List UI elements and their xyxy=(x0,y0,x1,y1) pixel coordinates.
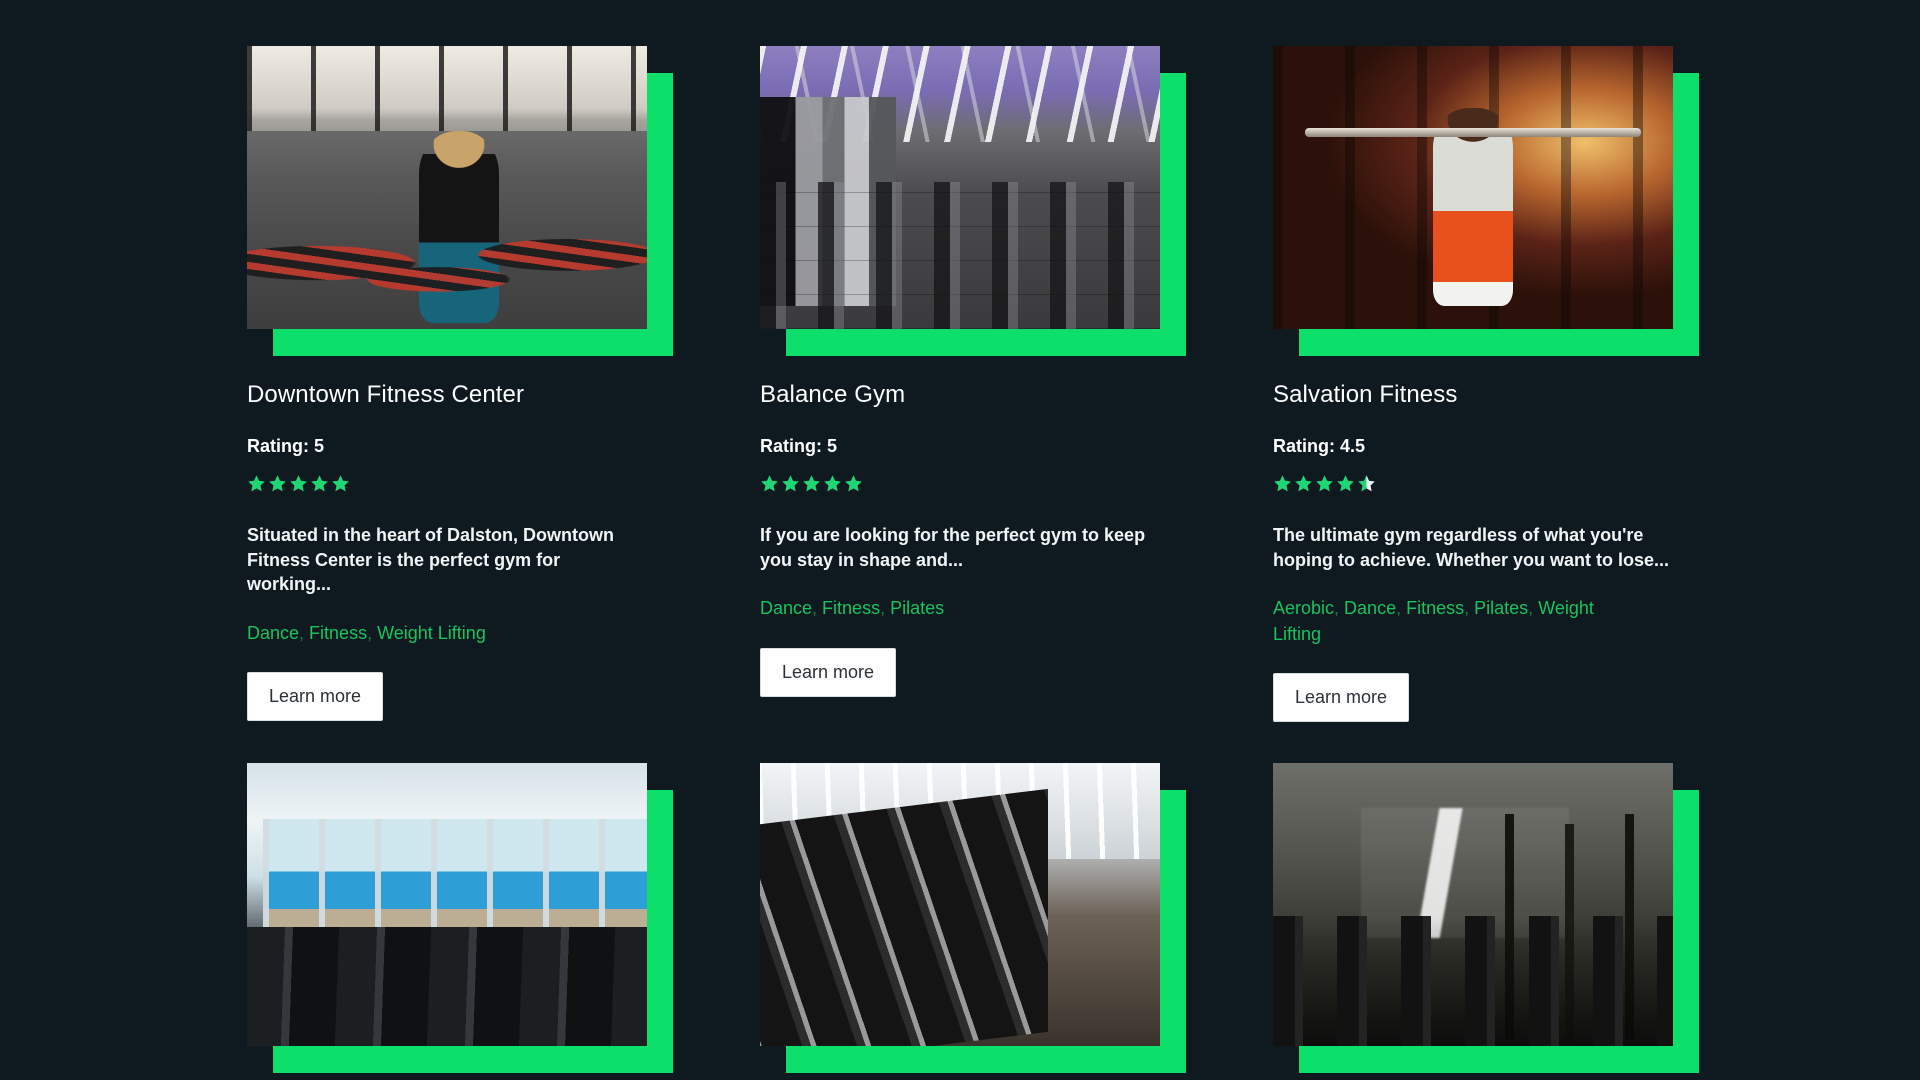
gym-photo[interactable] xyxy=(1273,762,1673,1046)
rating-star-icon xyxy=(782,475,799,492)
gym-rating-label: Rating: 4.5 xyxy=(1273,435,1366,456)
gym-card-media xyxy=(1273,46,1699,356)
gym-description: If you are looking for the perfect gym t… xyxy=(760,524,1146,570)
photo-detail-post xyxy=(1505,813,1514,1041)
woman-performing-barbell-squat-in-warm-lit-gym xyxy=(1273,46,1673,329)
rating-star-icon xyxy=(824,475,841,492)
gym-name[interactable]: Balance Gym xyxy=(760,381,1210,410)
rating-star-icon xyxy=(1337,475,1354,492)
gym-rating-stars xyxy=(1273,474,1723,493)
learn-more-button[interactable]: Learn more xyxy=(247,672,384,722)
gym-photo[interactable] xyxy=(247,762,647,1046)
rating-star-icon xyxy=(290,475,307,492)
rating-star-icon xyxy=(1274,475,1291,492)
gym-tags: Aerobic, Dance, Fitness, Pilates, Weight… xyxy=(1273,596,1633,646)
tag-separator: , xyxy=(1528,598,1539,619)
gym-photo[interactable] xyxy=(760,762,1160,1046)
tag-separator: , xyxy=(367,623,378,644)
gym-card-media xyxy=(1273,762,1699,1073)
rating-star-icon xyxy=(332,475,349,492)
gym-description: Situated in the heart of Dalston, Downto… xyxy=(247,524,614,595)
gym-tags: Dance, Fitness, Weight Lifting xyxy=(247,621,607,646)
rating-star-icon xyxy=(761,475,778,492)
photo-detail-figure xyxy=(419,130,499,324)
tag-item[interactable]: Dance xyxy=(1344,598,1396,618)
tag-separator: , xyxy=(1396,598,1407,619)
tag-item[interactable]: Fitness xyxy=(1406,598,1464,618)
rating-star-icon xyxy=(1295,475,1312,492)
gym-card xyxy=(247,762,697,1080)
tag-item[interactable]: Fitness xyxy=(309,623,367,643)
gym-card-media xyxy=(760,762,1186,1073)
gym-photo[interactable] xyxy=(1273,46,1673,329)
gym-card xyxy=(1273,762,1723,1080)
tag-item[interactable]: Dance xyxy=(760,598,812,618)
tag-item[interactable]: Fitness xyxy=(822,598,880,618)
gym-card-media xyxy=(760,46,1186,356)
tag-item[interactable]: Pilates xyxy=(890,598,944,618)
gym-tags: Dance, Fitness, Pilates xyxy=(760,596,1120,621)
gym-card: Salvation Fitness Rating: 4.5 The ultimate… xyxy=(1273,46,1723,722)
gym-rating-stars xyxy=(760,474,1210,493)
tag-separator: , xyxy=(812,598,823,619)
tag-separator: , xyxy=(1334,598,1345,619)
gym-card: Downtown Fitness Center Rating: 5 Situated… xyxy=(247,46,697,722)
purple-wall-gym-with-machines-and-dumbbells xyxy=(760,46,1160,329)
gym-card: Balance Gym Rating: 5 If you are looking f… xyxy=(760,46,1210,722)
learn-more-button[interactable]: Learn more xyxy=(1273,672,1410,722)
gym-listings-page: Downtown Fitness Center Rating: 5 Situated… xyxy=(0,0,1920,1080)
squat-rack-and-dumbbells-in-dim-gym xyxy=(1273,762,1673,1046)
gym-rating-label: Rating: 5 xyxy=(247,435,325,456)
photo-detail-athlete xyxy=(1433,108,1513,307)
gym-rating-label: Rating: 5 xyxy=(760,435,838,456)
photo-detail-barbell xyxy=(1305,128,1641,138)
rating-star-icon xyxy=(248,475,265,492)
rating-star-icon xyxy=(269,475,286,492)
rating-star-icon xyxy=(1358,475,1375,492)
rating-star-icon xyxy=(803,475,820,492)
tag-separator: , xyxy=(880,598,891,619)
gym-card xyxy=(760,762,1210,1080)
gym-photo[interactable] xyxy=(247,46,647,329)
gym-card-media xyxy=(247,46,673,356)
tag-item[interactable]: Aerobic xyxy=(1273,598,1334,618)
gym-photo[interactable] xyxy=(760,46,1160,329)
tag-item[interactable]: Pilates xyxy=(1474,598,1528,618)
rating-star-icon xyxy=(845,475,862,492)
gym-card-media xyxy=(247,762,673,1073)
tag-item[interactable]: Dance xyxy=(247,623,299,643)
poolside-cardio-room-with-treadmills xyxy=(247,762,647,1046)
tag-separator: , xyxy=(1464,598,1475,619)
gym-listings-grid: Downtown Fitness Center Rating: 5 Situated… xyxy=(0,46,1920,1080)
gym-rating-stars xyxy=(247,474,697,493)
gym-description: The ultimate gym regardless of what you'… xyxy=(1273,524,1670,570)
rating-star-icon xyxy=(1316,475,1333,492)
rating-star-icon xyxy=(311,475,328,492)
gym-name[interactable]: Downtown Fitness Center xyxy=(247,381,697,410)
gym-name[interactable]: Salvation Fitness xyxy=(1273,381,1723,410)
photo-detail-machines xyxy=(760,96,896,307)
long-dumbbell-rack-in-bright-gym xyxy=(760,762,1160,1046)
tag-item[interactable]: Weight Lifting xyxy=(377,623,486,643)
battle-ropes-training-studio xyxy=(247,46,647,329)
tag-separator: , xyxy=(299,623,310,644)
learn-more-button[interactable]: Learn more xyxy=(760,647,897,697)
